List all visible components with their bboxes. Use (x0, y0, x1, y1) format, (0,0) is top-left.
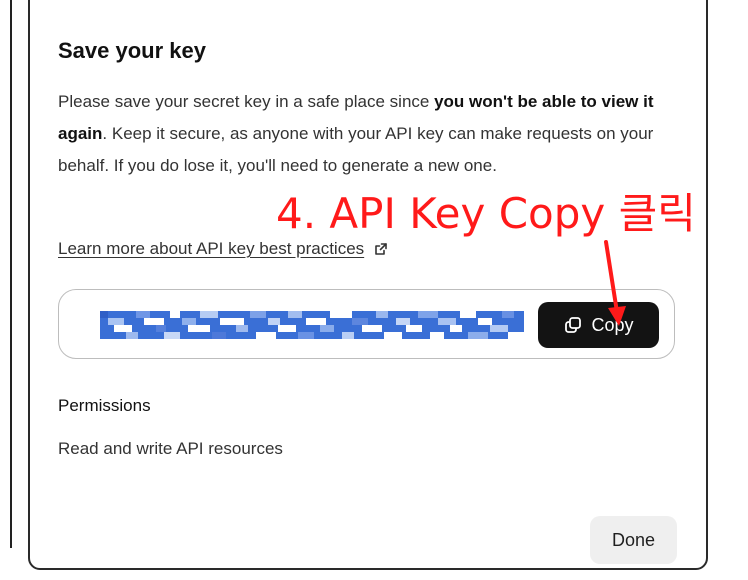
done-button[interactable]: Done (590, 516, 677, 564)
permissions-heading: Permissions (58, 396, 151, 415)
dialog-description: Please save your secret key in a safe pl… (58, 86, 658, 182)
description-text-start: Please save your secret key in a safe pl… (58, 92, 435, 111)
annotation-instruction: 4. API Key Copy 클릭 (276, 189, 696, 238)
learn-more-link[interactable]: Learn more about API key best practices (58, 239, 364, 259)
copy-button-label: Copy (591, 314, 634, 335)
copy-icon (563, 315, 583, 335)
external-link-icon[interactable] (374, 242, 388, 256)
dialog-title: Save your key (58, 38, 206, 63)
secret-key-field[interactable] (100, 311, 524, 339)
permissions-value: Read and write API resources (58, 439, 283, 458)
copy-key-button[interactable]: Copy (538, 302, 659, 348)
description-text-end: . Keep it secure, as anyone with your AP… (58, 124, 654, 175)
background-panel-edge (10, 0, 12, 548)
